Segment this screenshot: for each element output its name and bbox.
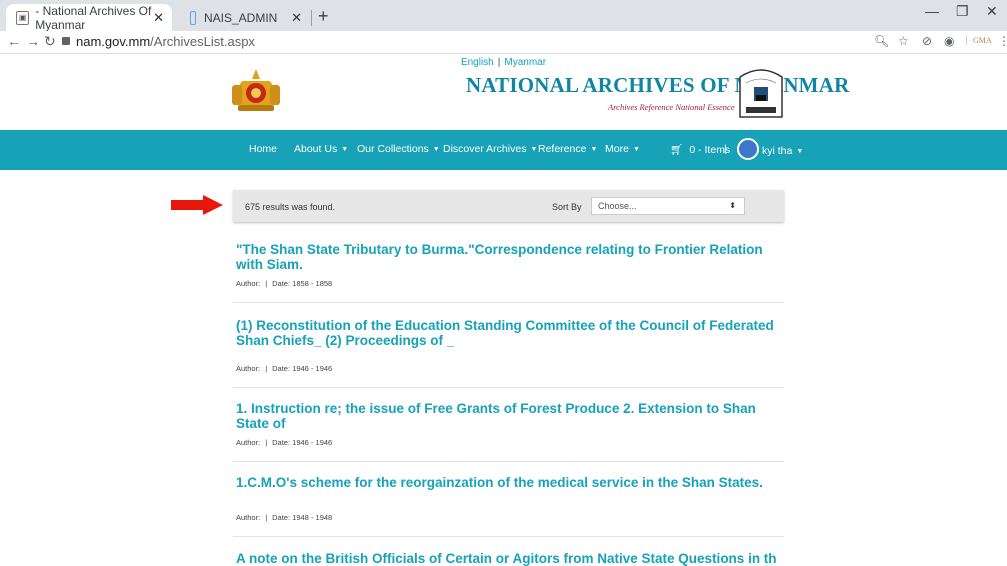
nav-label: Reference — [538, 143, 587, 155]
caret-down-icon: ▼ — [796, 147, 804, 155]
page-favicon-icon: ▣ — [16, 10, 30, 25]
user-avatar-icon — [737, 138, 759, 160]
nav-label: Discover Archives — [443, 143, 527, 155]
nav-user-menu[interactable]: kyi tha ▼ — [737, 138, 804, 162]
lang-separator: | — [497, 57, 501, 68]
record-title-link[interactable]: 1. Instruction re; the issue of Free Gra… — [236, 401, 776, 431]
nav-reference[interactable]: Reference ▼ — [538, 143, 597, 155]
record-divider — [233, 387, 784, 388]
author-label: Author: — [236, 364, 261, 373]
nav-more[interactable]: More ▼ — [605, 143, 640, 155]
nav-separator: | — [724, 143, 727, 155]
record-title-link[interactable]: (1) Reconstitution of the Education Stan… — [236, 318, 776, 348]
lang-myanmar-link[interactable]: Myanmar — [504, 57, 546, 68]
user-name: kyi tha — [762, 144, 793, 157]
record-title-link[interactable]: 1.C.M.O's scheme for the reorgainzation … — [236, 475, 776, 490]
nav-cart[interactable]: 🛒︎ 0 - Items — [670, 143, 730, 156]
browser-tab-active[interactable]: ▣ - National Archives Of Myanmar ✕ — [6, 3, 172, 32]
record-date: 1948 - 1948 — [292, 513, 333, 522]
date-label: Date: — [272, 279, 291, 288]
record-title-link[interactable]: A note on the British Officials of Certa… — [236, 551, 776, 566]
back-icon[interactable]: ← — [7, 33, 21, 49]
sort-by-label: Sort By — [552, 202, 582, 212]
profile-badge[interactable]: GMA — [966, 36, 992, 45]
language-switcher: English | Myanmar — [0, 57, 1007, 68]
main-nav: Home About Us ▼ Our Collections ▼ Discover… — [0, 130, 1007, 170]
tab-title: - National Archives Of Myanmar — [35, 3, 152, 32]
select-arrows-icon: ⬍ — [729, 201, 736, 210]
close-tab-icon[interactable]: ✕ — [291, 10, 302, 26]
sort-select[interactable]: Choose... ⬍ — [591, 197, 745, 215]
nav-label: Our Collections — [357, 143, 429, 155]
maximize-icon[interactable]: ❐ — [956, 3, 969, 20]
caret-down-icon: ▼ — [341, 146, 349, 153]
nav-label: About Us — [294, 143, 338, 155]
bookmark-star-icon[interactable]: ☆ — [898, 34, 909, 48]
date-label: Date: — [272, 513, 291, 522]
red-arrow-icon — [171, 195, 223, 215]
browser-tab[interactable]: NAIS_ADMIN ✕ — [180, 4, 310, 31]
state-emblem-logo[interactable] — [230, 67, 282, 113]
reload-icon[interactable]: ↻ — [44, 33, 56, 50]
nav-label: Home — [249, 143, 278, 155]
record-meta: Author: | Date: 1948 - 1948 — [236, 513, 333, 522]
caret-down-icon: ▼ — [590, 146, 598, 153]
record-divider — [233, 536, 784, 537]
author-label: Author: — [236, 438, 261, 447]
menu-icon[interactable]: ⋮ — [998, 34, 1007, 48]
address-bar: ← → ↻ nam.gov.mm/ArchivesList.aspx 🔍︎ ☆ … — [0, 31, 1007, 54]
close-tab-icon[interactable]: ✕ — [153, 10, 164, 26]
extension-icon[interactable]: ◉ — [944, 34, 954, 48]
tab-title: NAIS_ADMIN — [204, 10, 278, 25]
caret-down-icon: ▼ — [530, 146, 538, 153]
extension-icon[interactable]: ⊘ — [922, 34, 932, 48]
url-path: /ArchivesList.aspx — [150, 34, 255, 49]
url-host: nam.gov.mm — [76, 34, 151, 49]
caret-down-icon: ▼ — [632, 146, 640, 153]
lock-icon — [62, 37, 70, 45]
site-tagline: Archives Reference National Essence — [608, 102, 735, 112]
date-label: Date: — [272, 364, 291, 373]
tab-divider — [311, 10, 312, 26]
nav-home[interactable]: Home — [249, 143, 277, 155]
record-divider — [233, 302, 784, 303]
site-title: NATIONAL ARCHIVES OF MYANMAR — [466, 73, 850, 97]
caret-down-icon: ▼ — [432, 146, 440, 153]
sort-select-value: Choose... — [598, 201, 637, 211]
zoom-icon[interactable]: 🔍︎ — [874, 34, 889, 48]
nav-label: More — [605, 143, 629, 155]
date-label: Date: — [272, 438, 291, 447]
cart-icon: 🛒︎ — [670, 144, 684, 156]
record-meta: Author: | Date: 1946 - 1946 — [236, 438, 333, 447]
record-meta: Author: | Date: 1858 - 1858 — [236, 279, 333, 288]
archives-seal-logo — [739, 69, 783, 118]
author-label: Author: — [236, 513, 261, 522]
nav-about-us[interactable]: About Us ▼ — [294, 143, 348, 155]
url-field[interactable]: nam.gov.mm/ArchivesList.aspx — [62, 34, 255, 49]
page-favicon-icon — [190, 10, 196, 25]
author-label: Author: — [236, 279, 261, 288]
record-meta: Author: | Date: 1946 - 1946 — [236, 364, 333, 373]
nav-discover-archives[interactable]: Discover Archives ▼ — [443, 143, 537, 155]
results-count: 675 results was found. — [245, 202, 336, 212]
results-toolbar: 675 results was found. Sort By Choose...… — [233, 190, 784, 222]
minimize-icon[interactable]: — — [925, 3, 939, 19]
browser-tab-bar: ▣ - National Archives Of Myanmar ✕ NAIS_… — [0, 0, 1007, 32]
record-date: 1858 - 1858 — [292, 279, 333, 288]
record-date: 1946 - 1946 — [292, 438, 333, 447]
record-divider — [233, 461, 784, 462]
forward-icon[interactable]: → — [26, 33, 40, 49]
nav-our-collections[interactable]: Our Collections ▼ — [357, 143, 440, 155]
record-date: 1946 - 1946 — [292, 364, 333, 373]
record-title-link[interactable]: "The Shan State Tributary to Burma."Corr… — [236, 242, 776, 272]
lang-english-link[interactable]: English — [461, 57, 494, 68]
close-window-icon[interactable]: ✕ — [986, 3, 998, 20]
new-tab-icon[interactable]: + — [318, 6, 329, 27]
